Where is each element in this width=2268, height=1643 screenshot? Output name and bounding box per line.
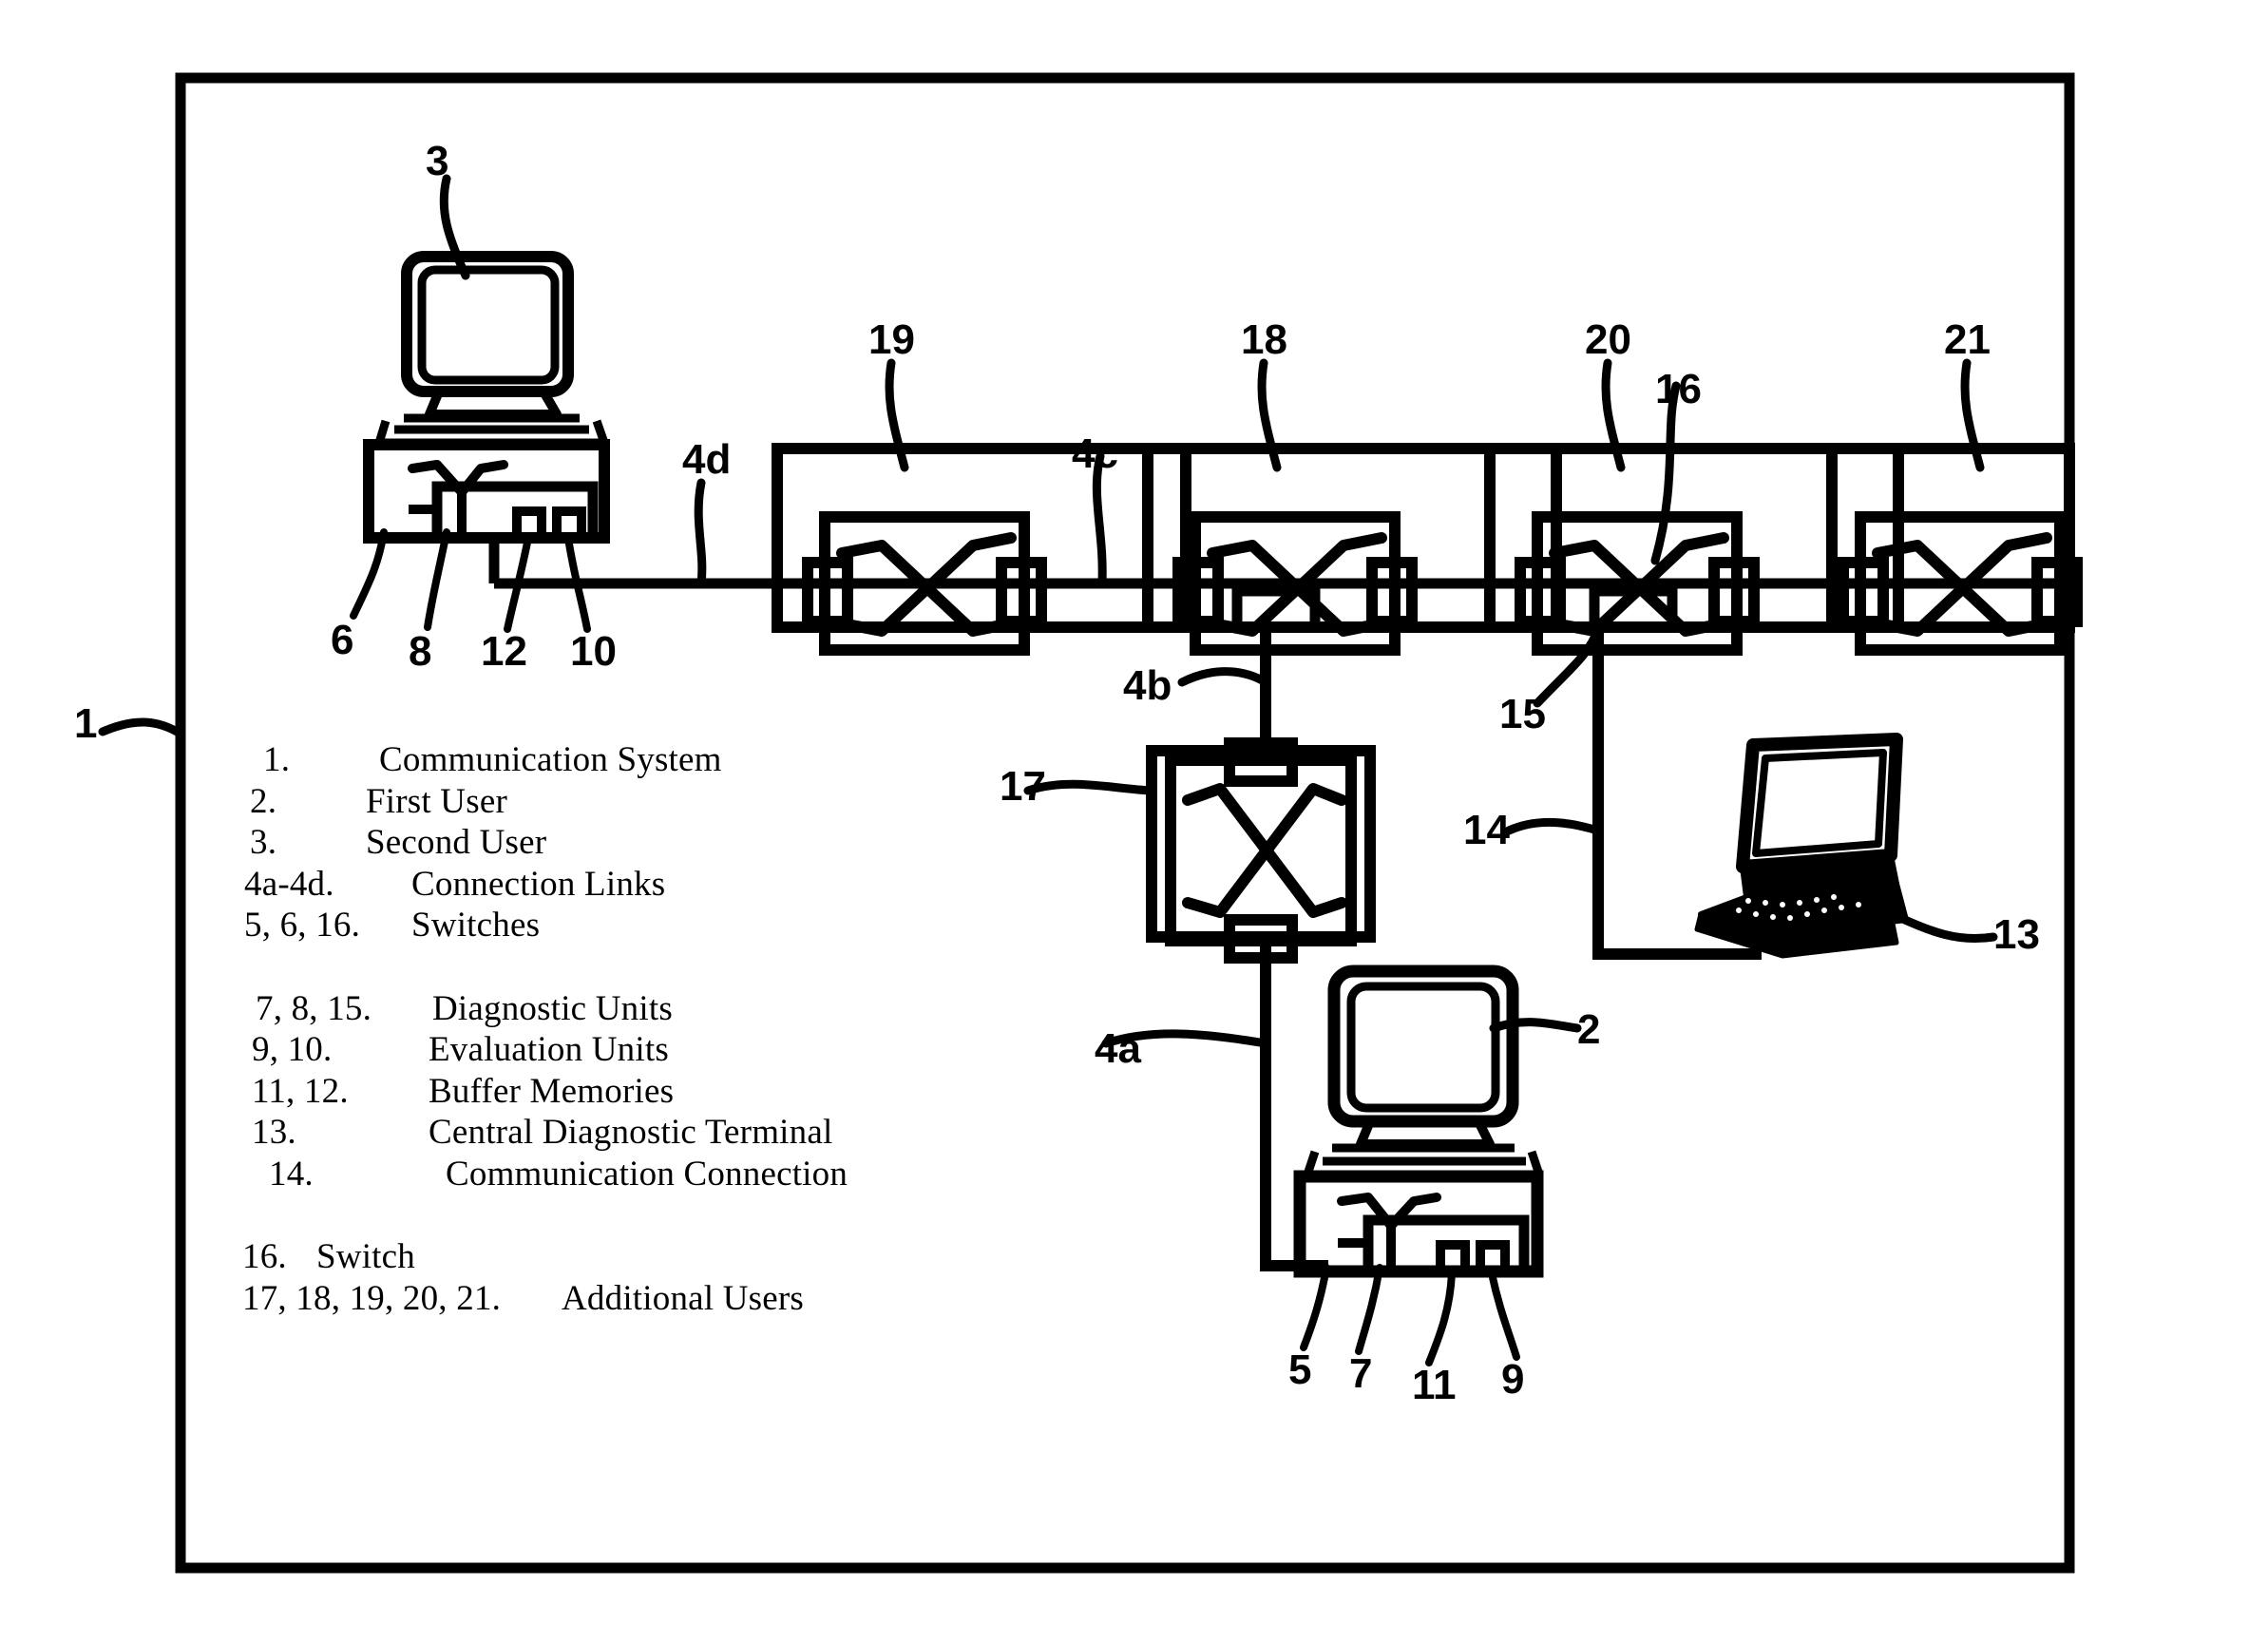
legend-item: 3. Second User xyxy=(242,822,1097,864)
leader-8 xyxy=(424,528,450,631)
legend-text: Connection Links xyxy=(411,864,666,904)
refnum-4c: 4c xyxy=(1072,430,1118,477)
legend-item: 14. Communication Connection xyxy=(242,1154,1097,1195)
legend-item: 11, 12. Buffer Memories xyxy=(242,1071,1097,1113)
legend-num: 9, 10. xyxy=(252,1030,333,1069)
leader-5 xyxy=(1300,1264,1330,1351)
refnum-4d: 4d xyxy=(682,436,732,483)
node-diagnostic-terminal[interactable] xyxy=(1694,733,1998,959)
leader-2 xyxy=(1489,1018,1582,1033)
refnum-9: 9 xyxy=(1501,1356,1525,1403)
refnum-13: 13 xyxy=(1993,911,2040,958)
legend-item: 13. Central Diagnostic Terminal xyxy=(242,1112,1097,1154)
refnum-14: 14 xyxy=(1463,807,1510,853)
node-first-user-pc[interactable] xyxy=(1293,965,1544,1278)
legend-num: 13. xyxy=(252,1113,296,1152)
refnum-21: 21 xyxy=(1944,316,1991,363)
refnum-15: 15 xyxy=(1499,691,1546,737)
legend-item: 16. Switch xyxy=(242,1236,1097,1278)
refnum-12: 12 xyxy=(481,628,527,675)
node-switch-21[interactable] xyxy=(1826,443,2077,650)
refnum-10: 10 xyxy=(570,628,617,675)
refnum-11: 11 xyxy=(1412,1362,1457,1408)
legend-num: 3. xyxy=(250,823,277,862)
refnum-18: 18 xyxy=(1241,316,1287,363)
refnum-4a: 4a xyxy=(1095,1025,1141,1072)
legend-item: 4a-4d. Connection Links xyxy=(242,864,1097,906)
legend-text: Communication Connection xyxy=(446,1154,848,1194)
legend-text: Communication System xyxy=(379,740,722,779)
legend-text: Buffer Memories xyxy=(429,1071,675,1111)
legend-num: 5, 6, 16. xyxy=(244,906,361,945)
refnum-1: 1 xyxy=(74,700,98,747)
leader-6 xyxy=(350,528,388,620)
refnum-8: 8 xyxy=(409,628,432,675)
leader-9 xyxy=(1488,1270,1520,1361)
legend-num: 2. xyxy=(250,781,277,821)
refnum-20: 20 xyxy=(1585,316,1631,363)
legend: 1. Communication System 2. First User 3.… xyxy=(242,739,1097,1319)
legend-text: First User xyxy=(366,781,507,821)
refnum-3: 3 xyxy=(426,138,449,184)
figure-canvas: 1 3 6 8 12 10 4d 4c 4b 4a 19 18 20 16 21… xyxy=(0,0,2268,1643)
leader-4d xyxy=(694,478,707,588)
refnum-2: 2 xyxy=(1577,1006,1601,1053)
legend-item: 5, 6, 16. Switches xyxy=(242,905,1097,946)
legend-text: Central Diagnostic Terminal xyxy=(429,1113,833,1152)
legend-num: 7, 8, 15. xyxy=(256,988,372,1028)
legend-item: 7, 8, 15. Diagnostic Units xyxy=(242,988,1097,1030)
refnum-19: 19 xyxy=(868,316,915,363)
leader-11 xyxy=(1425,1270,1456,1366)
refnum-7: 7 xyxy=(1349,1350,1373,1397)
legend-text: Evaluation Units xyxy=(429,1030,669,1069)
leader-4b xyxy=(1177,667,1270,687)
legend-num: 11, 12. xyxy=(252,1071,349,1111)
legend-text: Switch xyxy=(316,1237,415,1276)
refnum-5: 5 xyxy=(1288,1347,1312,1393)
legend-num: 17, 18, 19, 20, 21. xyxy=(242,1278,502,1318)
node-switch-19[interactable] xyxy=(772,443,1191,650)
leader-15 xyxy=(1533,624,1603,708)
legend-text: Additional Users xyxy=(562,1278,804,1318)
refnum-6: 6 xyxy=(331,617,354,663)
refnum-16: 16 xyxy=(1655,366,1702,412)
legend-num: 1. xyxy=(263,740,291,779)
refnum-4b: 4b xyxy=(1123,662,1172,709)
leader-14 xyxy=(1504,817,1603,835)
legend-text: Diagnostic Units xyxy=(432,988,673,1028)
legend-item: 17, 18, 19, 20, 21. Additional Users xyxy=(242,1278,1097,1320)
legend-num: 16. xyxy=(242,1237,287,1276)
legend-text: Second User xyxy=(366,823,547,862)
legend-text: Switches xyxy=(411,906,541,945)
legend-num: 4a-4d. xyxy=(244,864,334,904)
legend-item: 2. First User xyxy=(242,781,1097,823)
legend-item: 1. Communication System xyxy=(242,739,1097,781)
leader-1 xyxy=(98,717,185,738)
legend-item: 9, 10. Evaluation Units xyxy=(242,1029,1097,1071)
legend-num: 14. xyxy=(269,1154,314,1194)
leader-7 xyxy=(1355,1264,1383,1355)
